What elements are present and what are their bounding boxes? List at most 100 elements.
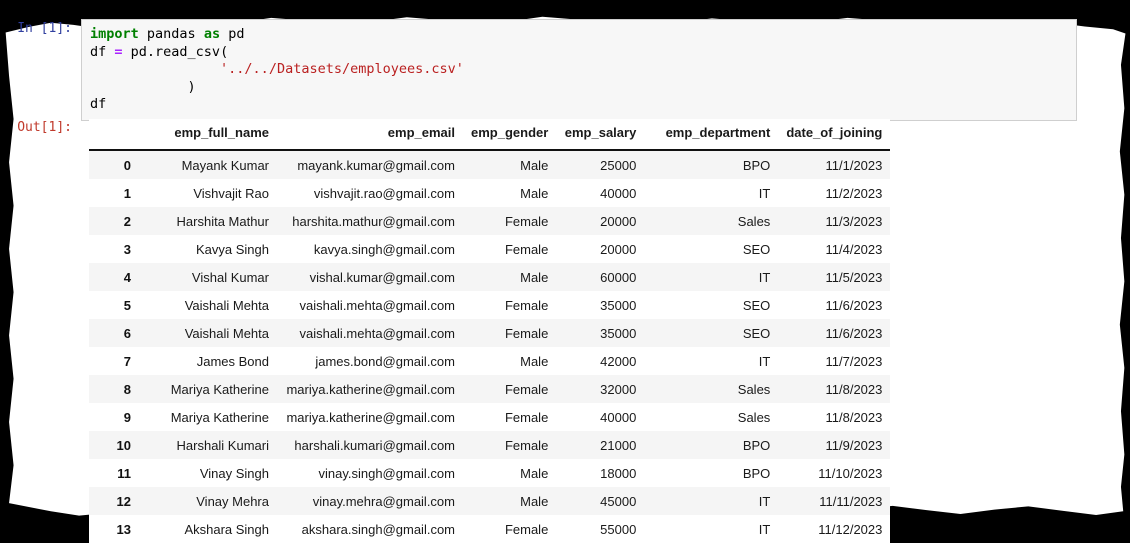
column-header-date-of-joining: date_of_joining (778, 119, 891, 151)
cell-emp-department: SEO (742, 241, 771, 257)
notebook-output-cell: Out[1]: emp_full_name emp_email emp_gend… (0, 119, 1130, 543)
cell-emp-department: BPO (742, 465, 771, 481)
cell-emp-full-name: Mariya Katherine (170, 381, 269, 397)
cell-emp-gender: Male (520, 185, 549, 201)
row-index: 12 (116, 493, 131, 509)
cell-emp-salary: 42000 (600, 353, 637, 369)
output-prompt-label: Out[1]: (17, 120, 72, 135)
cell-emp-department: SEO (742, 325, 771, 341)
cell-emp-gender: Male (520, 493, 549, 509)
cell-emp-full-name: Harshita Mathur (176, 213, 269, 229)
cell-emp-email: harshita.mathur@gmail.com (292, 213, 455, 229)
cell-emp-full-name: James Bond (196, 353, 269, 369)
cell-date-of-joining: 11/8/2023 (825, 409, 883, 425)
row-index: 10 (116, 437, 131, 453)
code-token-import: import (90, 26, 139, 42)
cell-date-of-joining: 11/10/2023 (818, 465, 883, 481)
code-source[interactable]: import pandas as pd df = pd.read_csv( '.… (90, 26, 1072, 114)
cell-emp-salary: 35000 (600, 325, 637, 341)
cell-emp-department: Sales (737, 381, 771, 397)
code-token-df-var: df (90, 43, 115, 60)
cell-date-of-joining: 11/7/2023 (825, 353, 883, 369)
column-header-emp-gender: emp_gender (463, 119, 557, 151)
code-editor-area[interactable]: import pandas as pd df = pd.read_csv( '.… (81, 19, 1077, 121)
row-index: 11 (117, 465, 131, 481)
cell-emp-department: Sales (737, 409, 771, 425)
row-index: 4 (123, 269, 131, 285)
cell-date-of-joining: 11/1/2023 (825, 157, 883, 173)
cell-emp-salary: 45000 (600, 493, 637, 509)
cell-emp-email: mariya.katherine@gmail.com (286, 409, 455, 425)
cell-emp-salary: 32000 (600, 381, 637, 397)
input-prompt-label: In [1]: (17, 21, 72, 36)
table-row: 0 Mayank Kumar mayank.kumar@gmail.com Male 2… (89, 150, 891, 179)
cell-emp-department: IT (758, 521, 771, 537)
cell-emp-email: harshali.kumari@gmail.com (294, 437, 455, 453)
table-row: 13 Akshara Singh akshara.singh@gmail.com Fe… (89, 515, 891, 543)
cell-emp-email: james.bond@gmail.com (315, 353, 455, 369)
dataframe-head: emp_full_name emp_email emp_gender emp_s… (89, 119, 891, 151)
cell-date-of-joining: 11/3/2023 (825, 213, 883, 229)
row-index: 5 (123, 297, 131, 313)
cell-emp-full-name: Vinay Mehra (196, 493, 269, 509)
cell-emp-salary: 40000 (600, 185, 637, 201)
cell-emp-salary: 21000 (600, 437, 637, 453)
notebook-input-cell[interactable]: In [1]: import pandas as pd df = pd.read… (0, 19, 1130, 121)
cell-emp-email: vinay.singh@gmail.com (318, 465, 455, 481)
code-token-alias: pd (220, 26, 245, 42)
cell-emp-email: mayank.kumar@gmail.com (297, 157, 455, 173)
column-header-emp-email: emp_email (277, 119, 463, 151)
column-header-emp-department: emp_department (644, 119, 779, 151)
cell-emp-email: mariya.katherine@gmail.com (286, 381, 455, 397)
cell-emp-gender: Female (504, 409, 549, 425)
cell-date-of-joining: 11/5/2023 (825, 269, 883, 285)
table-row: 2 Harshita Mathur harshita.mathur@gmail.co… (89, 207, 891, 235)
cell-emp-full-name: Mariya Katherine (170, 409, 269, 425)
cell-emp-gender: Female (504, 241, 549, 257)
dataframe-output: emp_full_name emp_email emp_gender emp_s… (81, 119, 1091, 543)
cell-date-of-joining: 11/12/2023 (818, 521, 883, 537)
cell-emp-full-name: Vishvajit Rao (193, 185, 269, 201)
cell-emp-salary: 18000 (600, 465, 637, 481)
code-token-close-paren: ) (90, 78, 196, 95)
cell-date-of-joining: 11/11/2023 (819, 493, 883, 509)
cell-emp-gender: Female (504, 437, 549, 453)
cell-emp-full-name: Mayank Kumar (181, 157, 269, 173)
cell-date-of-joining: 11/4/2023 (825, 241, 883, 257)
cell-emp-department: BPO (742, 437, 771, 453)
cell-emp-gender: Female (504, 297, 549, 313)
cell-emp-department: IT (758, 353, 771, 369)
table-row: 4 Vishal Kumar vishal.kumar@gmail.com Male 6… (89, 263, 891, 291)
cell-emp-department: IT (758, 185, 771, 201)
cell-emp-department: Sales (737, 213, 771, 229)
cell-emp-department: BPO (742, 157, 771, 173)
table-row: 5 Vaishali Mehta vaishali.mehta@gmail.com F… (89, 291, 891, 319)
row-index: 7 (123, 353, 131, 369)
cell-emp-full-name: Vishal Kumar (191, 269, 269, 285)
table-row: 9 Mariya Katherine mariya.katherine@gmail.… (89, 403, 891, 431)
row-index: 8 (123, 381, 131, 397)
column-header-emp-salary: emp_salary (556, 119, 645, 151)
column-header-emp-full-name: emp_full_name (141, 119, 277, 151)
row-index: 6 (123, 325, 131, 341)
cell-emp-full-name: Vinay Singh (199, 465, 269, 481)
cell-emp-email: vaishali.mehta@gmail.com (299, 325, 455, 341)
cell-emp-email: vishvajit.rao@gmail.com (313, 185, 455, 201)
dataframe-table: emp_full_name emp_email emp_gender emp_s… (89, 119, 891, 543)
row-index: 2 (123, 213, 131, 229)
cell-emp-gender: Male (520, 269, 549, 285)
code-token-path-string: '../../Datasets/employees.csv' (220, 61, 464, 77)
cell-emp-gender: Female (504, 521, 549, 537)
cell-date-of-joining: 11/8/2023 (825, 381, 883, 397)
table-row: 6 Vaishali Mehta vaishali.mehta@gmail.com F… (89, 319, 891, 347)
code-token-assign: = (114, 43, 123, 60)
code-token-indent (90, 61, 220, 77)
cell-emp-full-name: Vaishali Mehta (184, 325, 269, 341)
row-index: 1 (123, 185, 131, 201)
table-row: 10 Harshali Kumari harshali.kumari@gmail.c… (89, 431, 891, 459)
torn-paper-frame: In [1]: import pandas as pd df = pd.read… (0, 0, 1130, 543)
cell-emp-email: vinay.mehra@gmail.com (312, 493, 455, 509)
row-index: 13 (116, 521, 131, 537)
cell-emp-gender: Male (520, 353, 549, 369)
code-token-df-echo: df (90, 96, 107, 112)
